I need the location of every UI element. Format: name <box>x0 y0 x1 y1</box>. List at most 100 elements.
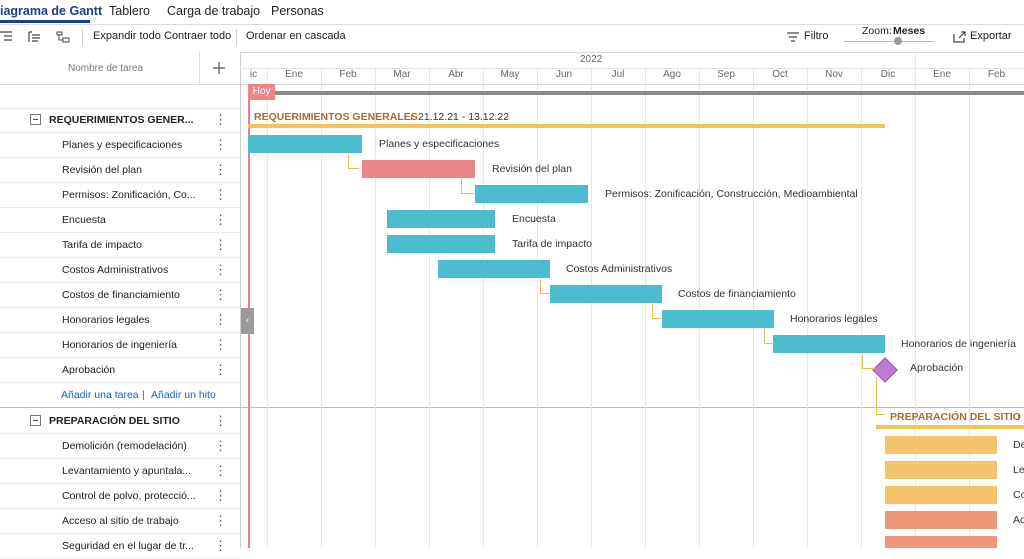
row-menu-icon[interactable]: ⋮ <box>214 337 227 353</box>
filter-button[interactable]: Filtro <box>804 30 828 42</box>
task-row[interactable]: Honorarios de ingeniería ⋮ <box>0 332 240 358</box>
group-row[interactable]: REQUERIMIENTOS GENER... ⋮ <box>0 107 240 133</box>
task-bar[interactable] <box>885 486 997 504</box>
row-menu-icon[interactable]: ⋮ <box>214 137 227 153</box>
collapse-all-button[interactable]: Contraer todo <box>164 30 231 42</box>
task-row[interactable]: Costos Administrativos ⋮ <box>0 257 240 283</box>
filter-icon[interactable] <box>786 31 800 43</box>
task-row[interactable]: Demolición (remodelación) ⋮ <box>0 433 240 459</box>
group-bar[interactable] <box>248 124 885 128</box>
expand-all-button[interactable]: Expandir todo <box>93 30 161 42</box>
month-label: Jun <box>555 69 573 80</box>
row-menu-icon[interactable]: ⋮ <box>214 438 227 454</box>
task-bar[interactable] <box>773 335 885 353</box>
tab-workload[interactable]: Carga de trabajo <box>167 4 260 18</box>
cascade-sort-button[interactable]: Ordenar en cascada <box>246 30 346 42</box>
month-label: Ene <box>933 69 951 80</box>
row-menu-icon[interactable]: ⋮ <box>214 413 227 429</box>
row-menu-icon[interactable]: ⋮ <box>214 162 227 178</box>
month-label: Dic <box>880 69 896 80</box>
group-bar-dates: 21.12.21 - 13.12.22 <box>418 111 510 123</box>
group-row[interactable]: PREPARACIÓN DEL SITIO ⋮ <box>0 408 240 434</box>
task-name: Planes y especificaciones <box>62 139 183 151</box>
month-label: Abr <box>448 69 464 80</box>
indent-icon[interactable] <box>0 31 14 43</box>
task-bar[interactable] <box>362 160 475 178</box>
task-bar[interactable] <box>885 436 997 454</box>
row-menu-icon[interactable]: ⋮ <box>214 513 227 529</box>
zoom-slider-track[interactable] <box>844 41 934 42</box>
bar-label: Costos de financiamiento <box>678 288 796 300</box>
task-bar[interactable] <box>885 536 997 548</box>
task-bar[interactable] <box>438 260 550 278</box>
month-divider <box>915 68 916 84</box>
row-menu-icon[interactable]: ⋮ <box>214 287 227 303</box>
hierarchy-icon[interactable] <box>56 31 70 43</box>
task-bar[interactable] <box>387 235 495 253</box>
row-menu-icon[interactable]: ⋮ <box>214 187 227 203</box>
tab-people[interactable]: Personas <box>271 4 324 18</box>
add-column-icon[interactable] <box>212 61 226 75</box>
export-icon[interactable] <box>953 31 967 43</box>
task-name: Costos de financiamiento <box>62 289 180 301</box>
row-menu-icon[interactable]: ⋮ <box>214 463 227 479</box>
row-menu-icon[interactable]: ⋮ <box>214 362 227 378</box>
collapse-toggle-icon[interactable] <box>30 114 41 125</box>
task-bar[interactable] <box>885 511 997 529</box>
task-row[interactable]: Permisos: Zonificación, Co... ⋮ <box>0 182 240 208</box>
task-bar[interactable] <box>662 310 774 328</box>
task-name: Encuesta <box>62 214 106 226</box>
tab-gantt[interactable]: iagrama de Gantt <box>0 4 102 18</box>
task-bar[interactable] <box>475 185 588 203</box>
dependency-link <box>862 354 875 369</box>
tab-board[interactable]: Tablero <box>109 4 150 18</box>
task-row[interactable]: Aprobación ⋮ <box>0 357 240 383</box>
export-button[interactable]: Exportar <box>970 30 1012 42</box>
row-menu-icon[interactable]: ⋮ <box>214 312 227 328</box>
task-row[interactable]: Tarifa de impacto ⋮ <box>0 232 240 258</box>
project-summary-bar[interactable] <box>275 91 1024 95</box>
view-tabs: iagrama de Gantt Tablero Carga de trabaj… <box>0 0 1024 25</box>
task-row[interactable]: Control de polvo, protecció... ⋮ <box>0 483 240 509</box>
task-row[interactable]: Encuesta ⋮ <box>0 207 240 233</box>
group-bar-label: REQUERIMIENTOS GENERALES <box>254 111 418 123</box>
task-row[interactable]: Planes y especificaciones ⋮ <box>0 132 240 158</box>
task-row[interactable]: Levantamiento y apuntala... ⋮ <box>0 458 240 484</box>
zoom-label: Zoom: <box>862 25 892 37</box>
task-name: Aprobación <box>62 364 116 376</box>
add-task-link[interactable]: Añadir una tarea <box>61 389 139 401</box>
toolbar: Expandir todo Contraer todo Ordenar en c… <box>0 24 1024 53</box>
month-gridline <box>537 84 538 548</box>
task-row[interactable]: Seguridad en el lugar de tr... ⋮ <box>0 533 240 559</box>
outdent-icon[interactable] <box>28 31 42 43</box>
month-divider <box>591 68 592 84</box>
task-row[interactable]: Revisión del plan ⋮ <box>0 157 240 183</box>
row-menu-icon[interactable]: ⋮ <box>214 212 227 228</box>
task-bar[interactable] <box>550 285 662 303</box>
dependency-link <box>540 279 550 294</box>
month-divider <box>861 68 862 84</box>
row-menu-icon[interactable]: ⋮ <box>214 112 227 128</box>
row-menu-icon[interactable]: ⋮ <box>214 538 227 554</box>
task-row[interactable]: Honorarios legales ⋮ <box>0 307 240 333</box>
add-milestone-link[interactable]: Añadir un hito <box>151 389 216 401</box>
task-row[interactable]: Acceso al sitio de trabajo ⋮ <box>0 508 240 534</box>
bar-label: Tarifa de impacto <box>512 238 592 250</box>
task-bar[interactable] <box>387 210 495 228</box>
task-bar[interactable] <box>248 135 362 153</box>
row-menu-icon[interactable]: ⋮ <box>214 488 227 504</box>
timeline-area[interactable]: Hoy REQUERIMIENTOS GENERALES ı 21.12.21 … <box>240 84 1024 548</box>
task-name: Costos Administrativos <box>62 264 169 276</box>
collapse-toggle-icon[interactable] <box>30 415 41 426</box>
today-marker: Hoy <box>248 84 275 100</box>
task-row[interactable]: Costos de financiamiento ⋮ <box>0 282 240 308</box>
row-menu-icon[interactable]: ⋮ <box>214 262 227 278</box>
bar-label: De <box>1013 439 1024 451</box>
group-bar[interactable] <box>876 425 1024 429</box>
zoom-slider-handle[interactable] <box>894 37 902 45</box>
row-menu-icon[interactable]: ⋮ <box>214 237 227 253</box>
month-divider <box>645 68 646 84</box>
panel-resize-handle[interactable]: ‹ <box>241 308 254 334</box>
task-name: Control de polvo, protecció... <box>62 490 196 502</box>
task-bar[interactable] <box>885 461 997 479</box>
